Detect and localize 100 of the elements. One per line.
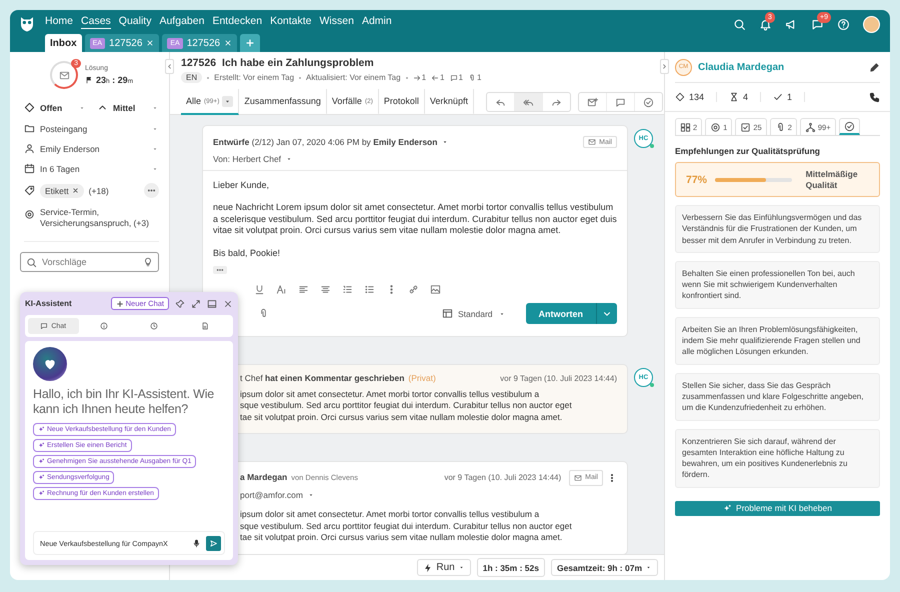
sparkle-icon — [38, 458, 45, 465]
assignee-dropdown[interactable]: Emily Enderson — [24, 143, 159, 154]
nav-link[interactable]: Home — [45, 15, 74, 29]
collapse-button[interactable] — [165, 59, 174, 74]
run-button[interactable]: Run — [417, 559, 471, 576]
target-icon — [24, 209, 35, 220]
category-list: Service-Termin, Versicherungsanspruch, (+3) — [40, 207, 159, 229]
grid-icon — [680, 122, 691, 132]
user-avatar[interactable] — [863, 16, 880, 32]
sender-name: a Mardegan — [240, 472, 288, 484]
view-dropdown[interactable]: Standard — [442, 308, 506, 320]
panel-tab[interactable] — [838, 118, 860, 135]
pencil-icon[interactable] — [869, 62, 880, 72]
checkbox-icon — [740, 122, 752, 132]
nav-link[interactable]: Entdecken — [212, 15, 262, 29]
more-button[interactable] — [144, 183, 159, 198]
sparkle-icon — [38, 474, 45, 481]
more-count: (+18) — [88, 186, 109, 196]
close-icon[interactable] — [72, 187, 79, 194]
comment-header: t Chef hat einen Kommentar geschrieben — [240, 373, 404, 385]
dock-icon[interactable] — [207, 298, 217, 308]
tag-chip[interactable]: Etikett — [40, 184, 84, 198]
comment-text: ipsum dolor sit amet consectetur. Amet morbi tortor convallis tellus vestibulum a — [240, 388, 540, 400]
help-icon[interactable] — [837, 18, 850, 30]
expand-panel-button[interactable] — [660, 59, 669, 74]
nav-link[interactable]: Quality — [118, 15, 152, 29]
reply-button[interactable]: Antworten — [526, 303, 596, 324]
paperclip-icon — [468, 74, 476, 82]
updated-date: Aktualisiert: Vor einem Tag — [306, 73, 401, 82]
inbox-tab[interactable]: Inbox — [45, 34, 82, 52]
chat-icon[interactable] — [811, 18, 824, 30]
flag-icon — [85, 76, 93, 84]
message-header: Entwürfe (2/12) Jan 07, 2020 4:06 PM by Emily Enderson — [213, 137, 438, 147]
owl-logo — [18, 15, 36, 33]
nav-link[interactable]: Kontakte — [270, 15, 312, 29]
sender-field: Von: Herbert Chef — [213, 154, 282, 164]
send-button[interactable] — [206, 536, 221, 550]
mail-icon — [574, 474, 582, 482]
chevron-left-icon — [166, 63, 173, 70]
paperclip-icon[interactable] — [258, 308, 269, 320]
nav-link[interactable]: Wissen — [320, 15, 354, 29]
privacy-label: (Privat) — [408, 373, 436, 385]
text-size-icon[interactable] — [276, 284, 287, 296]
count: 1 — [422, 73, 426, 82]
sparkle-icon — [38, 426, 45, 433]
nav-link[interactable]: Aufgaben — [159, 15, 204, 29]
due-date-dropdown[interactable]: In 6 Tagen — [24, 163, 159, 174]
greeting-text: Hallo, ich bin Ihr KI-Assistent. Wie kann ich Ihnen heute helfen? — [33, 387, 216, 417]
search-icon — [26, 256, 37, 268]
nav-link[interactable]: Admin — [362, 15, 392, 29]
align-center-icon[interactable] — [320, 284, 331, 296]
link-icon[interactable] — [408, 284, 419, 296]
panel-title: KI-Assistent — [25, 299, 73, 308]
total-time-dropdown[interactable]: Gesamtzeit: 9h : 07m — [550, 559, 658, 576]
dropdown-button[interactable] — [222, 96, 234, 106]
recommendation-card: Verbessern Sie das Einfühlungsvermögen und das Verständnis für die Frustrationen der Kunden, um besser mit dem Anrufer in Verbindung zu treten. — [675, 205, 880, 253]
search-input[interactable]: Vorschläge — [42, 257, 138, 267]
info-icon — [100, 322, 108, 330]
section-title: Empfehlungen zur Qualitätsprüfung — [675, 146, 821, 156]
numbered-list-icon[interactable] — [342, 284, 353, 296]
recommendation-card: Behalten Sie einen professionellen Ton bei, auch wenn Sie mit schwierigem Kundenverhalten konfrontiert sind. — [675, 260, 880, 309]
reply-menu-button[interactable] — [596, 303, 617, 324]
microphone-icon[interactable] — [192, 538, 201, 548]
search-icon[interactable] — [733, 18, 746, 30]
lightbulb-icon[interactable] — [143, 257, 153, 267]
underline-icon[interactable] — [254, 284, 265, 296]
hourglass-icon — [729, 92, 740, 102]
stat-count: 134 — [689, 92, 704, 102]
fix-with-ai-button[interactable]: Probleme mit KI beheben — [675, 500, 880, 516]
sparkle-icon — [723, 504, 732, 513]
priority-dropdown[interactable]: Mittel — [97, 102, 159, 113]
message-text: Bis bald, Pookie! — [213, 248, 282, 260]
folder-dropdown[interactable]: Posteingang — [24, 123, 159, 134]
add-tab-button[interactable] — [240, 34, 260, 52]
bolt-icon — [423, 562, 434, 572]
mail-icon — [58, 70, 70, 80]
align-left-icon[interactable] — [298, 284, 309, 296]
arrow-right-icon — [412, 74, 421, 82]
comment-text: sque vestibulum. Sed arcu porttitor feugiat dui interdum. Curabitur tellus non auctor eget — [240, 400, 573, 412]
bullet-list-icon[interactable] — [364, 284, 375, 296]
check-circle-icon — [844, 120, 855, 132]
close-icon[interactable] — [223, 298, 233, 308]
image-icon[interactable] — [430, 284, 441, 296]
comment-icon[interactable] — [614, 96, 626, 108]
phone-icon[interactable] — [869, 92, 880, 102]
status-dropdown[interactable]: Offen — [24, 102, 86, 113]
nav-link[interactable]: Cases — [81, 15, 111, 29]
pin-icon[interactable] — [175, 298, 185, 308]
new-mail-icon[interactable] — [586, 96, 598, 108]
contact-name[interactable]: Claudia Mardegan — [698, 62, 863, 72]
expand-icon[interactable] — [191, 298, 201, 308]
caret-icon — [458, 564, 465, 571]
check-circle-icon[interactable] — [642, 96, 654, 108]
expand-button[interactable] — [213, 266, 227, 274]
search-field[interactable]: Vorschläge — [20, 252, 159, 272]
language-badge: EN — [181, 72, 202, 83]
bell-icon[interactable] — [759, 18, 772, 30]
reply-all-icon[interactable] — [522, 96, 534, 108]
sparkle-icon — [38, 442, 45, 449]
comment-text: tae sit volutpat proin. Orci cursus varius sem vitae nullam molestie dolor magna amet. — [240, 412, 564, 424]
